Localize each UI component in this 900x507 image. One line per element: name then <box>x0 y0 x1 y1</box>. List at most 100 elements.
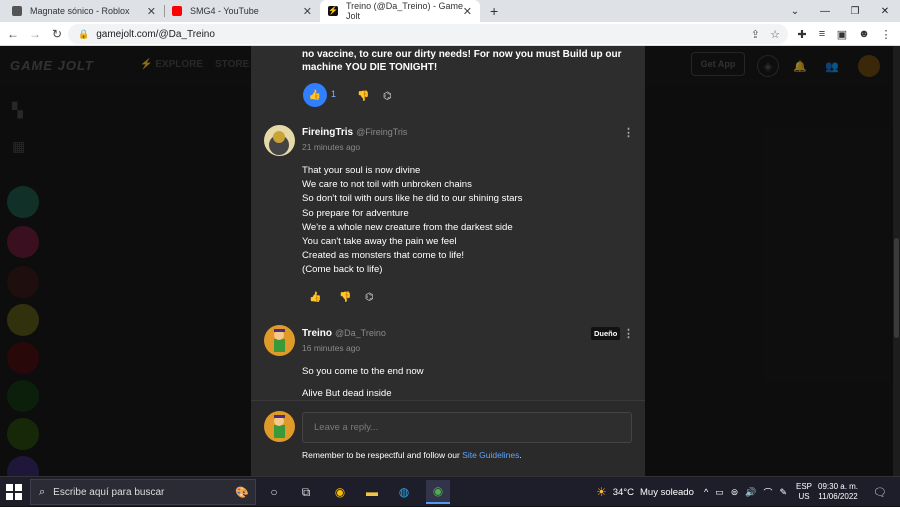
language-indicator[interactable]: ESP US <box>796 482 812 502</box>
chrome-icon[interactable]: ◉ <box>328 480 352 504</box>
side-panel-icon[interactable]: ▣ <box>832 22 852 46</box>
close-icon[interactable]: ✕ <box>147 5 156 18</box>
lang-line1: ESP <box>796 482 813 491</box>
comment-timestamp[interactable]: 21 minutes ago <box>302 142 360 152</box>
sun-icon: ☀ <box>596 485 607 499</box>
comment-body: That your soul is now divine We care to … <box>302 164 522 278</box>
comment-body: So you come to the end now Alive But dea… <box>302 365 424 401</box>
tab-roblox[interactable]: Magnate sónico - Roblox ✕ <box>4 0 164 22</box>
author-handle: @FireingTris <box>356 127 408 137</box>
chrome-active-icon[interactable]: ◉ <box>426 480 450 504</box>
comment-line: So you come to the end now <box>302 366 424 377</box>
author-handle: @Da_Treino <box>335 328 386 338</box>
avatar[interactable] <box>264 325 295 356</box>
scrollbar-thumb[interactable] <box>894 238 899 338</box>
system-tray: ^ ▭ ⊜ 🔊 ⌒ ✎ <box>704 477 787 507</box>
reply-icon[interactable]: ⌬ <box>365 292 374 303</box>
volume-icon[interactable]: 🔊 <box>745 487 756 498</box>
lock-icon: 🔒 <box>78 28 90 39</box>
like-count[interactable]: 1 <box>331 89 336 99</box>
tab-search-icon[interactable]: ⌄ <box>780 0 810 22</box>
comment-line: We're a whole new creature from the dark… <box>302 221 513 233</box>
previous-comment-text: no vaccine, to cure our dirty needs! For… <box>302 49 622 73</box>
clock-time: 09:30 a. m. <box>818 482 859 491</box>
profile-avatar[interactable]: ☻ <box>854 22 874 46</box>
guidelines-prefix: Remember to be respectful and follow our <box>302 450 463 460</box>
comment-line: We care to not toil with unbroken chains <box>302 179 472 191</box>
browser-tab-strip: Magnate sónico - Roblox ✕ SMG4 - YouTube… <box>0 0 900 22</box>
comment-line: So prepare for adventure <box>302 207 409 219</box>
comment-line: Created as monsters that come to life! <box>302 250 465 262</box>
reply-input[interactable]: Leave a reply... <box>302 412 632 443</box>
reply-composer: Leave a reply... Remember to be respectf… <box>251 400 645 476</box>
maximize-icon[interactable]: ❐ <box>840 0 870 22</box>
comment-line: That your soul is now divine <box>302 165 421 176</box>
url-field[interactable]: 🔒 gamejolt.com/@Da_Treino ⇪ ☆ <box>68 24 788 44</box>
dislike-icon[interactable]: 👎 <box>357 91 369 102</box>
lang-line2: US <box>798 492 810 501</box>
avatar <box>264 411 295 442</box>
avatar[interactable] <box>264 125 295 156</box>
battery-icon[interactable]: ▭ <box>715 487 724 498</box>
comment-author[interactable]: FireingTris @FireingTris <box>302 127 407 138</box>
cortana-icon[interactable]: ○ <box>262 480 286 504</box>
dislike-icon[interactable]: 👎 <box>339 292 351 303</box>
tab-title: Treino (@Da_Treino) - Game Jolt <box>345 1 463 21</box>
windows-taskbar: ⌕ Escribe aquí para buscar 🎨 ○ ⧉ ◉ ▬ ◍ ◉… <box>0 476 900 506</box>
edge-icon[interactable]: ◍ <box>392 480 416 504</box>
windows-start-icon[interactable] <box>6 484 22 500</box>
task-view-icon[interactable]: ⧉ <box>294 480 318 504</box>
avatar-image <box>269 131 289 155</box>
network-icon[interactable]: ⊜ <box>731 487 739 498</box>
close-icon[interactable]: ✕ <box>463 5 472 18</box>
minimize-icon[interactable]: — <box>810 0 840 22</box>
menu-dots-icon[interactable]: ⋮ <box>876 22 896 46</box>
search-icon: ⌕ <box>39 485 46 498</box>
address-bar-row: ← → ↻ 🔒 gamejolt.com/@Da_Treino ⇪ ☆ ✚ ≡ … <box>0 22 900 46</box>
more-options-icon[interactable]: ⋮ <box>623 327 634 340</box>
gamejolt-icon: ⚡ <box>328 6 338 16</box>
close-window-icon[interactable]: ✕ <box>870 0 900 22</box>
taskbar-search[interactable]: ⌕ Escribe aquí para buscar 🎨 <box>30 479 256 505</box>
file-explorer-icon[interactable]: ▬ <box>360 480 384 504</box>
search-highlight-icon: 🎨 <box>235 486 249 499</box>
more-options-icon[interactable]: ⋮ <box>623 126 634 139</box>
forward-icon[interactable]: → <box>24 22 46 46</box>
guidelines-note: Remember to be respectful and follow our… <box>302 450 522 460</box>
tab-gamejolt[interactable]: ⚡ Treino (@Da_Treino) - Game Jolt ✕ <box>320 0 480 22</box>
tab-youtube[interactable]: SMG4 - YouTube ✕ <box>164 0 320 22</box>
taskbar-clock[interactable]: 09:30 a. m. 11/06/2022 <box>818 482 858 502</box>
comment-line: You can't take away the pain we feel <box>302 236 457 248</box>
owner-badge: Dueño <box>591 327 621 340</box>
guidelines-suffix: . <box>519 450 522 460</box>
author-name: Treino <box>302 328 333 339</box>
comment-line: (Come back to life) <box>302 264 383 276</box>
weather-text: Muy soleado <box>640 486 694 498</box>
back-icon[interactable]: ← <box>2 22 24 46</box>
weather-temp: 34°C <box>612 486 634 498</box>
wifi-icon[interactable]: ⌒ <box>764 486 773 499</box>
pen-icon[interactable]: ✎ <box>780 487 788 498</box>
like-icon[interactable]: 👍 <box>309 292 321 303</box>
roblox-icon <box>12 6 22 16</box>
comment-author[interactable]: Treino @Da_Treino <box>302 328 386 339</box>
site-guidelines-link[interactable]: Site Guidelines <box>462 450 519 460</box>
url-text: gamejolt.com/@Da_Treino <box>96 28 215 40</box>
reply-icon[interactable]: ⌬ <box>383 91 392 102</box>
bookmark-star-icon[interactable]: ☆ <box>770 28 780 41</box>
reload-icon[interactable]: ↻ <box>46 22 68 46</box>
reading-list-icon[interactable]: ≡ <box>812 22 832 46</box>
extensions-icon[interactable]: ✚ <box>792 22 812 46</box>
comment-line: So don't toil with ours like he did to o… <box>302 193 523 205</box>
comment-timestamp[interactable]: 16 minutes ago <box>302 343 360 353</box>
tab-title: Magnate sónico - Roblox <box>30 6 130 16</box>
weather-widget[interactable]: ☀ 34°C Muy soleado <box>596 477 694 507</box>
new-tab-button[interactable]: + <box>482 0 502 22</box>
like-button[interactable]: 👍 <box>303 83 327 107</box>
close-icon[interactable]: ✕ <box>303 5 312 18</box>
notifications-icon[interactable]: 🗨 <box>868 480 892 504</box>
chevron-up-icon[interactable]: ^ <box>704 487 708 497</box>
clock-date: 11/06/2022 <box>818 492 858 501</box>
share-icon[interactable]: ⇪ <box>751 28 760 41</box>
avatar-image <box>274 415 285 438</box>
